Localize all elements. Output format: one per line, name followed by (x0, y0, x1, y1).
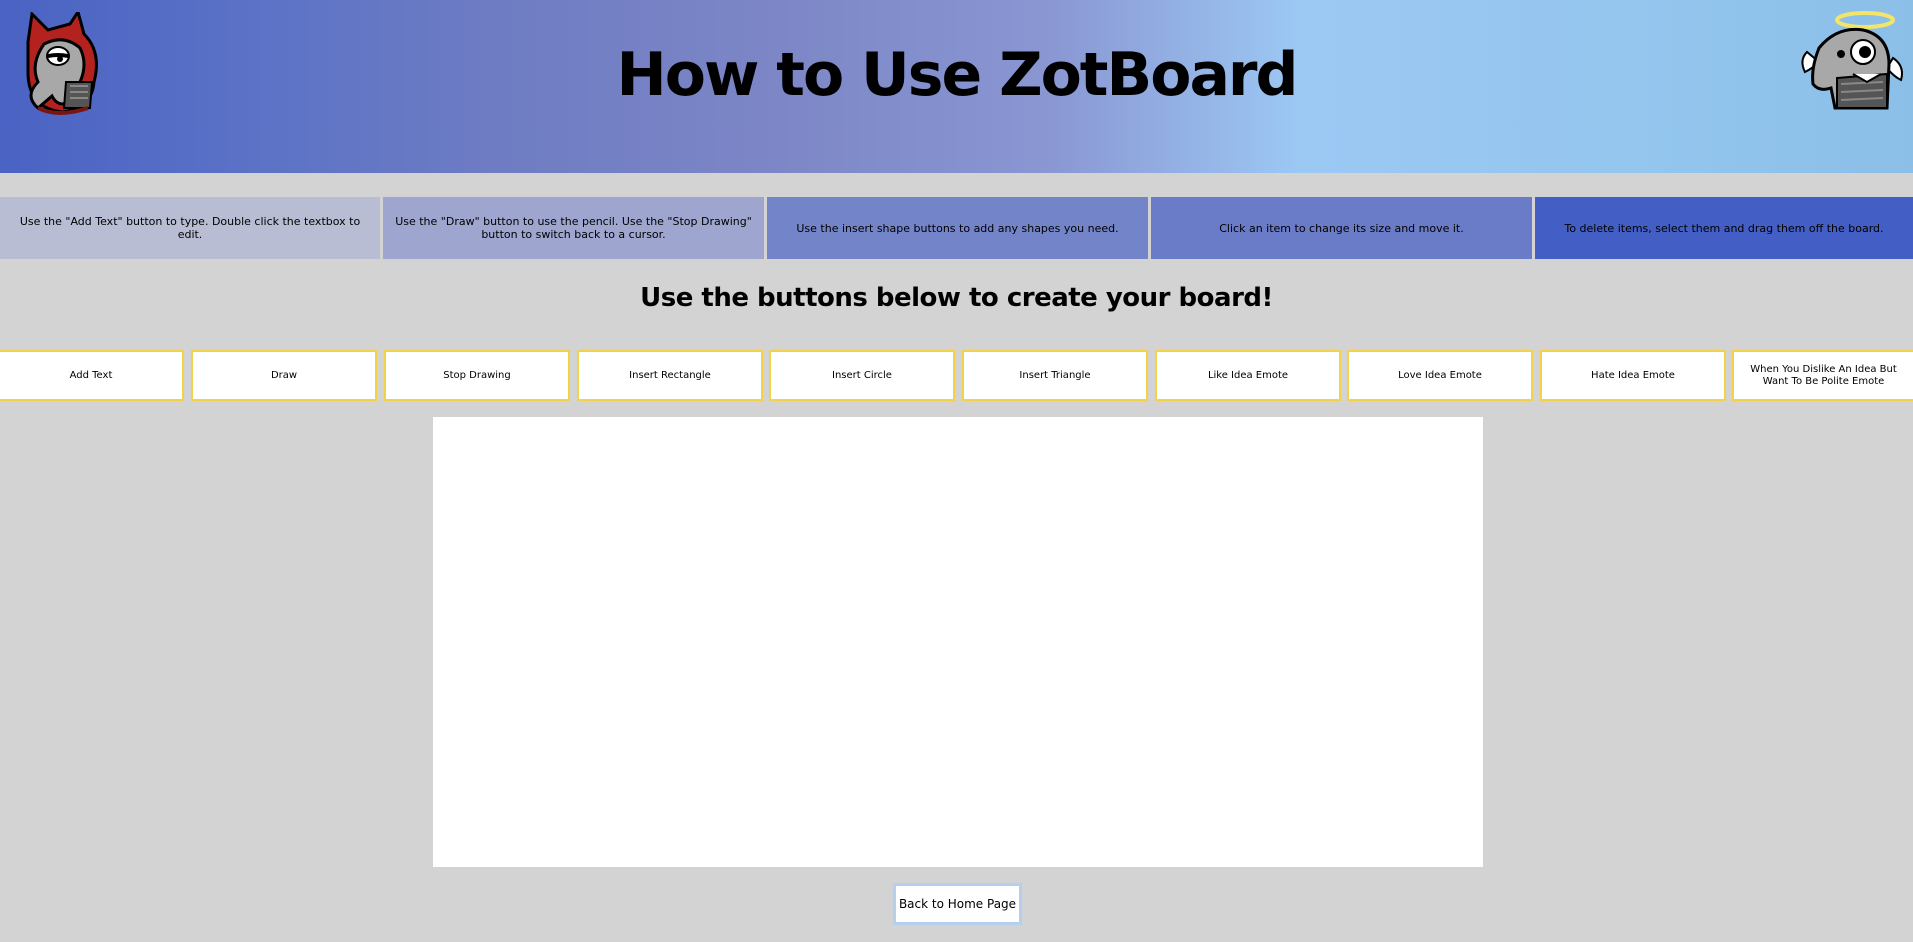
instruction-add-text: Use the "Add Text" button to type. Doubl… (0, 197, 380, 259)
page-header: How to Use ZotBoard (0, 0, 1913, 173)
instruction-shapes: Use the insert shape buttons to add any … (767, 197, 1148, 259)
drawing-board[interactable] (433, 417, 1483, 867)
back-to-home-button[interactable]: Back to Home Page (893, 883, 1022, 925)
like-idea-emote-button[interactable]: Like Idea Emote (1155, 350, 1341, 401)
insert-triangle-button[interactable]: Insert Triangle (962, 350, 1148, 401)
angel-anteater-icon (1801, 11, 1903, 110)
love-idea-emote-button[interactable]: Love Idea Emote (1347, 350, 1533, 401)
page-title: How to Use ZotBoard (616, 40, 1299, 110)
instruction-draw: Use the "Draw" button to use the pencil.… (383, 197, 764, 259)
polite-dislike-emote-button[interactable]: When You Dislike An Idea But Want To Be … (1732, 350, 1913, 401)
draw-button[interactable]: Draw (191, 350, 377, 401)
hate-idea-emote-button[interactable]: Hate Idea Emote (1540, 350, 1726, 401)
insert-rectangle-button[interactable]: Insert Rectangle (577, 350, 763, 401)
toolbar: Add Text Draw Stop Drawing Insert Rectan… (0, 350, 1913, 401)
instruction-resize-move: Click an item to change its size and mov… (1151, 197, 1532, 259)
subheading: Use the buttons below to create your boa… (640, 283, 1273, 313)
instruction-delete: To delete items, select them and drag th… (1535, 197, 1913, 259)
instructions-row: Use the "Add Text" button to type. Doubl… (0, 197, 1913, 259)
add-text-button[interactable]: Add Text (0, 350, 184, 401)
insert-circle-button[interactable]: Insert Circle (769, 350, 955, 401)
stop-drawing-button[interactable]: Stop Drawing (384, 350, 570, 401)
